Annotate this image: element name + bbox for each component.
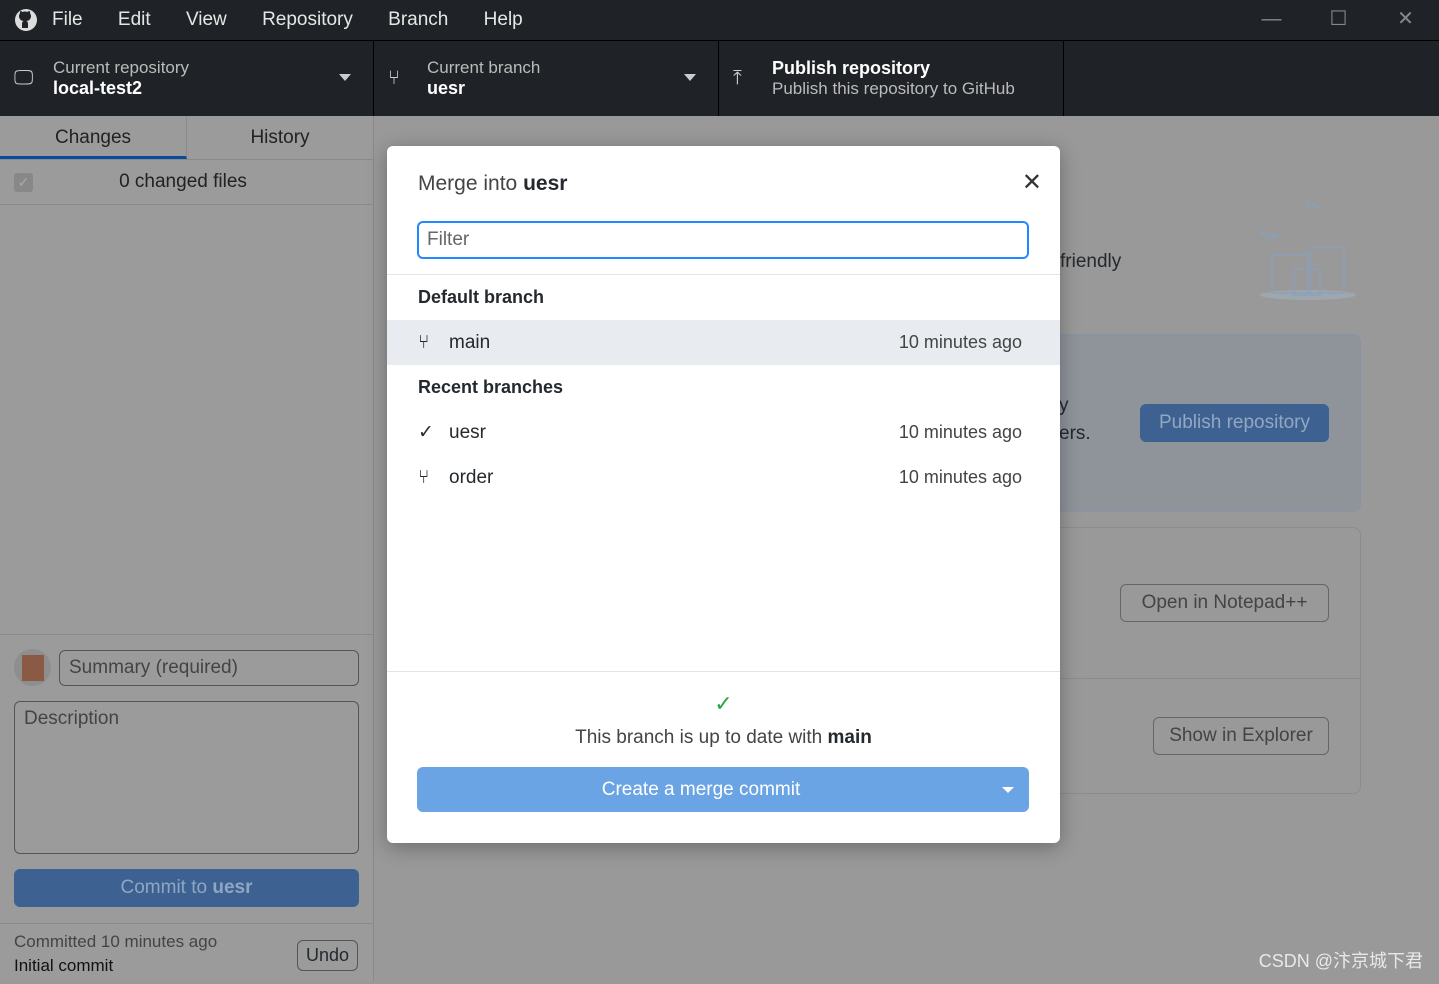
maximize-button[interactable]: ☐ [1305,0,1372,38]
toolbar: 🖵 Current repository local-test2 ⑂ Curren… [0,40,1439,116]
title-bar: File Edit View Repository Branch Help — … [0,0,1439,40]
menu-view[interactable]: View [186,9,227,30]
merge-status: This branch is up to date with main [387,727,1060,749]
dialog-title: Merge into uesr [418,172,567,196]
commit-panel: Summary (required) Description Commit to… [0,634,373,921]
branch-time: 10 minutes ago [898,332,1022,352]
close-icon[interactable]: ✕ [1022,168,1042,197]
merge-button-label: Create a merge commit [601,779,801,800]
upload-icon: ⤒ [733,67,742,89]
repo-label: Current repository [53,58,190,77]
publish-repository-button[interactable]: Publish repository [1140,404,1329,442]
publish-subtitle: Publish this repository to GitHub [772,79,1015,98]
open-in-editor-button[interactable]: Open in Notepad++ [1120,584,1329,622]
show-in-explorer-button[interactable]: Show in Explorer [1153,717,1329,755]
chevron-down-icon[interactable] [1002,787,1014,793]
branch-name: uesr [427,78,466,98]
minimize-button[interactable]: — [1238,0,1305,38]
tab-history[interactable]: History [187,116,373,159]
changed-files-count: 0 changed files [119,171,247,192]
branch-icon: ⑂ [418,466,430,488]
partial-text: friendly [1060,251,1122,272]
menu-repository[interactable]: Repository [262,9,353,30]
merge-dialog: Merge into uesr ✕ Filter Default branch … [387,146,1060,843]
recent-branches-header: Recent branches [418,377,564,397]
commit-button[interactable]: Commit to uesr [14,869,359,907]
sidebar: Changes History ✓ 0 changed files Summar… [0,116,374,981]
description-input[interactable]: Description [14,701,359,854]
menu-branch[interactable]: Branch [388,9,448,30]
branch-item-uesr[interactable]: ✓ uesr 10 minutes ago [387,410,1060,455]
close-window-button[interactable]: ✕ [1372,0,1439,38]
chevron-down-icon [684,74,696,81]
watermark: CSDN @汴京城下君 [1258,951,1423,971]
merge-status-branch: main [827,727,872,748]
branch-time: 10 minutes ago [898,467,1022,487]
dialog-title-prefix: Merge into [418,172,524,195]
tab-changes[interactable]: Changes [0,116,187,159]
illustration-icon [1258,195,1360,303]
branch-item-main[interactable]: ⑂ main 10 minutes ago [387,320,1060,365]
menu-edit[interactable]: Edit [118,9,151,30]
default-branch-header: Default branch [418,287,545,307]
commit-branch: uesr [212,877,253,898]
create-merge-commit-button[interactable]: Create a merge commit [417,767,1029,812]
summary-input[interactable]: Summary (required) [59,649,359,686]
branch-icon: ⑂ [388,67,400,89]
branch-name: uesr [449,421,486,443]
partial-text: y [1059,395,1069,416]
check-icon: ✓ [418,422,434,443]
current-branch-button[interactable]: ⑂ Current branch uesr [374,41,719,116]
branch-time: 10 minutes ago [898,422,1022,442]
publish-title: Publish repository [772,58,931,78]
branch-name: order [449,466,494,488]
branch-icon: ⑂ [418,331,430,353]
check-icon: ✓ [714,691,733,716]
menu-help[interactable]: Help [484,9,523,30]
github-logo-icon [0,8,52,32]
publish-card: y ers. Publish repository [1040,334,1361,512]
menu-file[interactable]: File [52,9,83,30]
branch-name: main [449,331,491,353]
dialog-title-branch: uesr [523,172,568,195]
branch-label: Current branch [427,58,541,77]
partial-text: ers. [1059,423,1091,444]
branch-item-order[interactable]: ⑂ order 10 minutes ago [387,455,1060,500]
commit-label: Commit to [120,877,213,898]
computer-icon: 🖵 [14,67,34,89]
current-repository-button[interactable]: 🖵 Current repository local-test2 [0,41,374,116]
chevron-down-icon [339,74,351,81]
undo-button[interactable]: Undo [296,940,358,971]
merge-status-text: This branch is up to date with [575,727,828,748]
repo-name: local-test2 [53,78,143,98]
publish-repository-toolbar-button[interactable]: ⤒ Publish repository Publish this reposit… [719,41,1064,116]
avatar [14,649,51,686]
filter-input[interactable]: Filter [417,221,1029,259]
select-all-checkbox[interactable]: ✓ [14,172,33,192]
